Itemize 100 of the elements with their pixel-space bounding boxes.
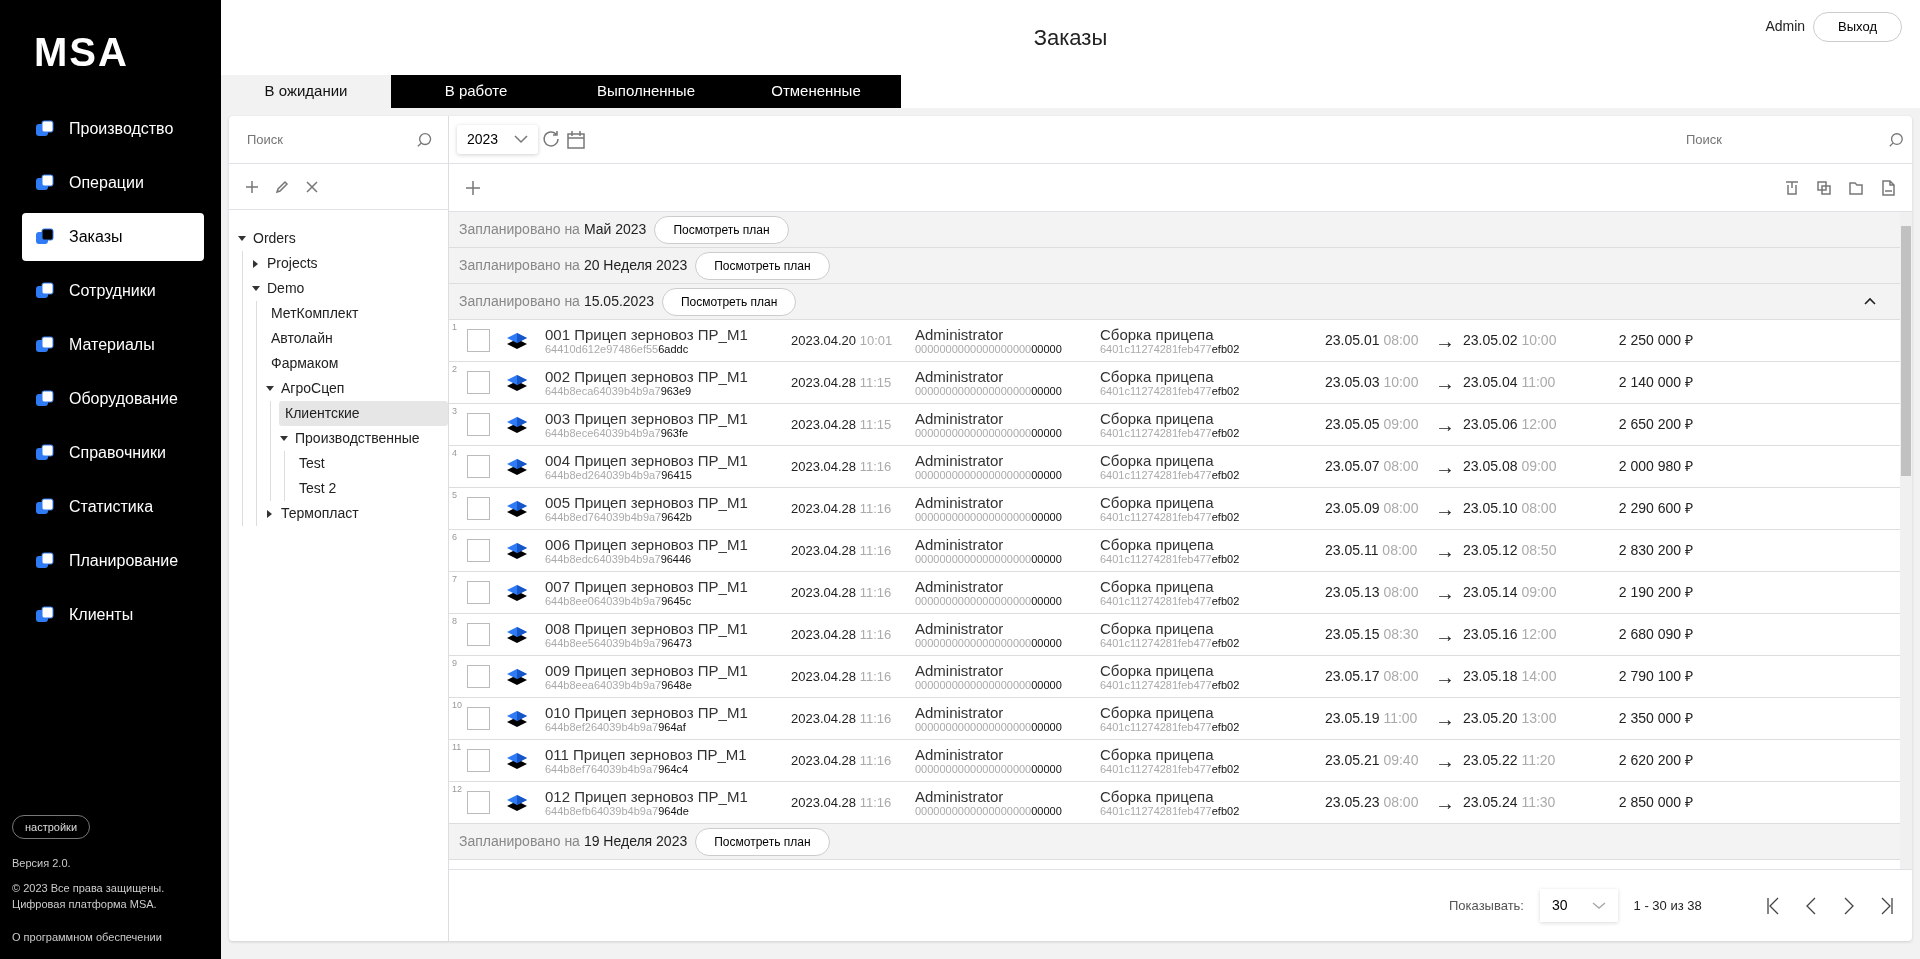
group-header[interactable]: Запланировано на 20 Неделя 2023 Посмотреть план	[449, 248, 1900, 284]
arrow-text: →	[1435, 790, 1456, 816]
group-header[interactable]: Запланировано на Май 2023 Посмотреть план	[449, 212, 1900, 248]
operation-name: Сборка прицепа	[1100, 787, 1215, 806]
tree-item[interactable]: АгроСцеп	[275, 376, 448, 401]
view-plan-button[interactable]: Посмотреть план	[695, 827, 830, 856]
tab[interactable]: В ожидании	[221, 75, 391, 108]
checkbox[interactable]	[467, 539, 490, 562]
start-date: 23.05.21	[1325, 752, 1380, 768]
checkbox[interactable]	[467, 791, 490, 814]
group-header[interactable]: Запланировано на 15.05.2023 Посмотреть план	[449, 284, 1900, 320]
checkbox[interactable]	[467, 329, 490, 352]
end-date: 23.05.12	[1463, 542, 1518, 558]
nav-item[interactable]: Производство	[22, 105, 204, 153]
tree-item[interactable]: Автолайн	[265, 326, 448, 351]
tab[interactable]: В работе	[391, 75, 561, 108]
last-page-icon[interactable]	[1879, 896, 1894, 915]
tree-item[interactable]: Orders	[247, 226, 448, 251]
group-period: Май 2023	[583, 220, 647, 239]
checkbox[interactable]	[467, 371, 490, 394]
start-time: 08:00	[1383, 668, 1419, 684]
page-size-select[interactable]: 30	[1540, 889, 1618, 922]
created-date: 2023.04.28	[791, 752, 857, 768]
tree-item[interactable]: МетКомплект	[265, 301, 448, 326]
row-number: 4	[452, 447, 457, 460]
end-time: 12:00	[1521, 626, 1557, 642]
nav-item[interactable]: Материалы	[22, 321, 204, 369]
nav-item[interactable]: Планирование	[22, 537, 204, 585]
nav-item[interactable]: Оборудование	[22, 375, 204, 423]
calendar-icon[interactable]	[566, 129, 587, 150]
first-page-icon[interactable]	[1765, 896, 1780, 915]
tree-item[interactable]: Клиентские	[279, 401, 448, 426]
copy-icon[interactable]	[1816, 179, 1832, 196]
created-date: 2023.04.28	[791, 458, 857, 474]
version-text: Версия 2.0.	[12, 856, 72, 871]
operation-name: Сборка прицепа	[1100, 367, 1215, 386]
nav-item[interactable]: Операции	[22, 159, 204, 207]
checkbox[interactable]	[467, 749, 490, 772]
tree-item[interactable]: Термопласт	[275, 501, 448, 526]
pencil-icon[interactable]	[275, 179, 289, 194]
nav-item[interactable]: Клиенты	[22, 591, 204, 639]
order-name: 009 Прицеп зерновоз ПР_М1	[545, 661, 749, 680]
user-name: Administrator	[915, 493, 1005, 512]
order-id: 644b8eca64039b4b9a7963e9	[545, 385, 693, 398]
tab[interactable]: Отмененные	[731, 75, 901, 108]
nav-item[interactable]: Статистика	[22, 483, 204, 531]
order-name: 002 Прицеп зерновоз ПР_М1	[545, 367, 749, 386]
operation-name: Сборка прицепа	[1100, 451, 1215, 470]
year-select[interactable]: 2023	[457, 125, 539, 154]
created-date: 2023.04.28	[791, 626, 857, 642]
price: 2 350 000 ₽	[1617, 709, 1693, 728]
tree-item[interactable]: Фармаком	[265, 351, 448, 376]
about-link[interactable]: О программном обеспечении	[12, 930, 162, 943]
group-label: Запланировано на	[459, 220, 580, 239]
nav-item[interactable]: Справочники	[22, 429, 204, 477]
view-plan-button[interactable]: Посмотреть план	[695, 251, 830, 280]
tree-item[interactable]: Test 2	[293, 476, 448, 501]
logout-button[interactable]: Выход	[1813, 12, 1902, 42]
folder-icon[interactable]	[1848, 179, 1864, 196]
search-field[interactable]: Поиск	[245, 128, 416, 151]
checkbox[interactable]	[467, 665, 490, 688]
row-number: 2	[452, 363, 457, 376]
search-field[interactable]: Поиск	[1684, 128, 1880, 151]
chevron-up-icon[interactable]	[1864, 297, 1876, 306]
order-name: 001 Прицеп зерновоз ПР_М1	[545, 325, 749, 344]
tree-item[interactable]: Производственные	[289, 426, 448, 451]
file-icon[interactable]	[1880, 179, 1896, 196]
tree-item[interactable]: Demo	[261, 276, 448, 301]
chevron-down-icon	[1591, 901, 1606, 910]
page-range: 1 - 30 из 38	[1633, 896, 1702, 915]
nav-item[interactable]: Сотрудники	[22, 267, 204, 315]
checkbox[interactable]	[467, 413, 490, 436]
operation-id: 6401c11274281feb477efb02	[1100, 343, 1241, 356]
trash-icon[interactable]	[1784, 179, 1800, 196]
tab[interactable]: Выполненные	[561, 75, 731, 108]
nav-item[interactable]: Заказы	[22, 213, 204, 261]
start-time: 08:00	[1383, 332, 1419, 348]
checkbox[interactable]	[467, 455, 490, 478]
row-number: 8	[452, 615, 457, 628]
tree-item[interactable]: Projects	[261, 251, 448, 276]
plus-icon[interactable]	[465, 179, 481, 196]
created-time: 10:01	[859, 332, 893, 348]
checkbox[interactable]	[467, 497, 490, 520]
view-plan-button[interactable]: Посмотреть план	[662, 287, 797, 316]
close-icon[interactable]	[305, 179, 319, 194]
operation-name: Сборка прицепа	[1100, 409, 1215, 428]
checkbox[interactable]	[467, 707, 490, 730]
checkbox[interactable]	[467, 623, 490, 646]
checkbox[interactable]	[467, 581, 490, 604]
view-plan-button[interactable]: Посмотреть план	[654, 215, 789, 244]
end-date: 23.05.16	[1463, 626, 1518, 642]
search-icon[interactable]	[1888, 130, 1904, 149]
created-date: 2023.04.28	[791, 794, 857, 810]
created-date: 2023.04.28	[791, 710, 857, 726]
plus-icon[interactable]	[245, 179, 259, 194]
tree-item[interactable]: Test	[293, 451, 448, 476]
scrollbar[interactable]	[1900, 212, 1912, 869]
group-header[interactable]: Запланировано на 19 Неделя 2023 Посмотреть план	[449, 824, 1900, 860]
arrow-text: →	[1435, 706, 1456, 732]
search-icon[interactable]	[415, 130, 432, 149]
